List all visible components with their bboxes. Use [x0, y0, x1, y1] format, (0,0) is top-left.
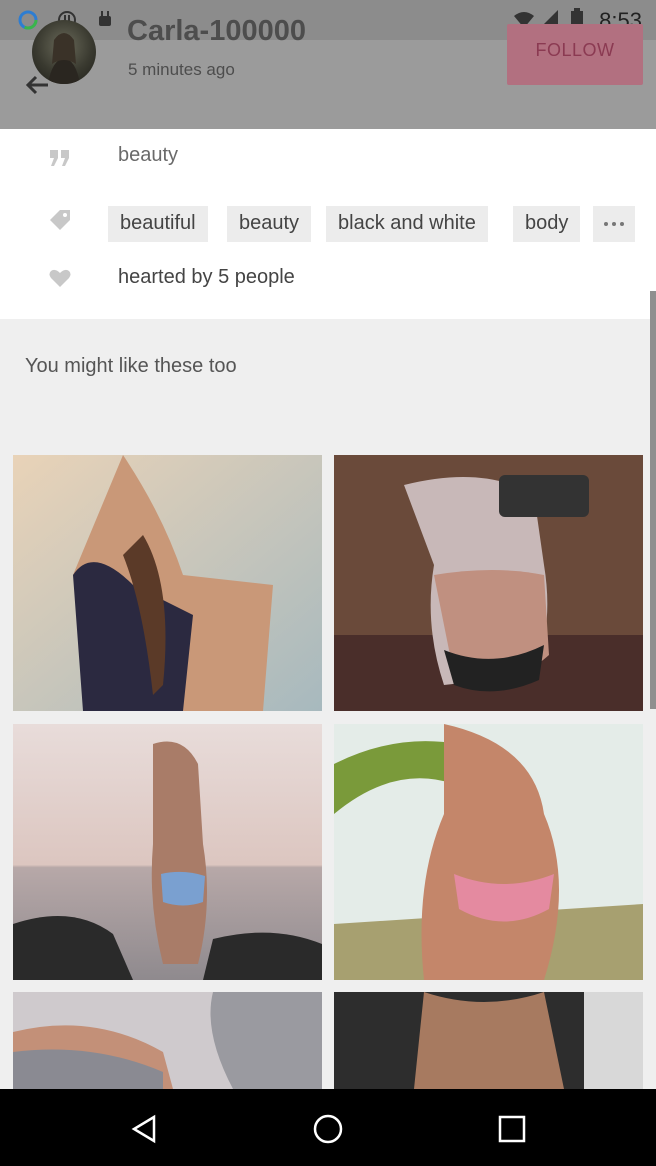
nav-recents-icon[interactable]: [492, 1109, 532, 1149]
post-caption: beauty: [118, 144, 179, 166]
navigation-bar: [0, 1089, 656, 1166]
follow-button[interactable]: FOLLOW: [507, 24, 643, 85]
suggested-image[interactable]: [334, 724, 643, 980]
photo-thumbnail: [334, 992, 643, 1089]
post-time: 5 minutes ago: [128, 60, 235, 79]
suggested-image[interactable]: [13, 992, 322, 1089]
tag-chip[interactable]: beautiful: [108, 206, 208, 242]
user-name[interactable]: Carla-100000: [127, 15, 306, 48]
tag-chip[interactable]: beauty: [227, 206, 312, 242]
suggested-image[interactable]: [13, 724, 322, 980]
suggested-image[interactable]: [334, 992, 643, 1089]
android-icon: [99, 11, 111, 26]
sync-icon: [18, 10, 38, 30]
nav-back-icon[interactable]: [124, 1109, 164, 1149]
photo-thumbnail: [334, 455, 643, 711]
tag-chip[interactable]: black and white: [326, 206, 488, 242]
tag-chip[interactable]: body: [513, 206, 581, 242]
suggested-image[interactable]: [13, 455, 322, 711]
photo-thumbnail: [13, 455, 322, 711]
heart-icon: [49, 269, 71, 287]
quote-icon: [50, 150, 69, 166]
hearted-count[interactable]: hearted by 5 people: [118, 266, 295, 289]
scrollbar[interactable]: [650, 291, 656, 709]
photo-thumbnail: [13, 992, 322, 1089]
nav-home-icon[interactable]: [308, 1109, 348, 1149]
photo-thumbnail: [334, 724, 643, 980]
photo-thumbnail: [13, 724, 322, 980]
suggested-image[interactable]: [334, 455, 643, 711]
back-arrow-icon[interactable]: [20, 68, 54, 102]
more-tags-button[interactable]: [593, 206, 635, 242]
tag-icon: [50, 210, 70, 230]
suggestions-title: You might like these too: [25, 355, 237, 377]
more-horizontal-icon: [604, 222, 624, 226]
